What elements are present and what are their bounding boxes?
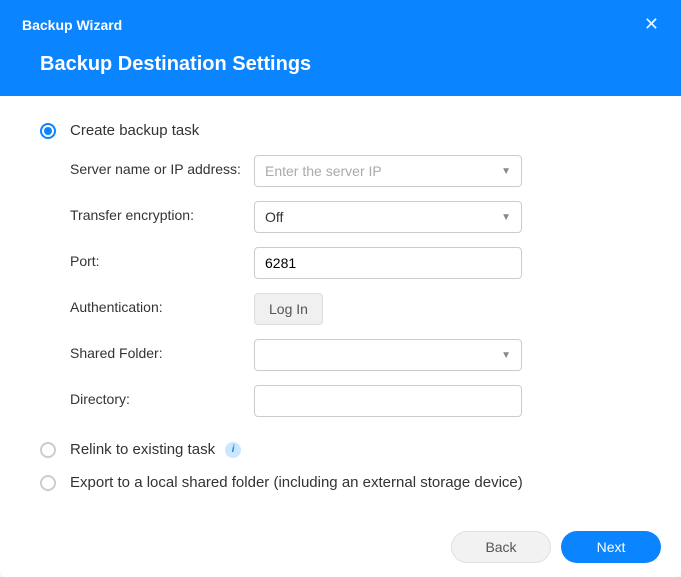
shared-folder-dropdown[interactable]: ▼ [254, 339, 522, 371]
radio-relink-label: Relink to existing task [70, 441, 215, 458]
encryption-value: Off [265, 209, 283, 225]
encryption-dropdown[interactable]: Off ▼ [254, 201, 522, 233]
radio-export-task[interactable] [40, 475, 56, 491]
radio-create-task[interactable] [40, 123, 56, 139]
next-button[interactable]: Next [561, 531, 661, 563]
content-area: Create backup task Server name or IP add… [0, 96, 681, 511]
option-relink: Relink to existing task i [40, 441, 641, 458]
radio-relink-task[interactable] [40, 442, 56, 458]
port-label: Port: [70, 247, 254, 269]
directory-input[interactable] [254, 385, 522, 417]
chevron-down-icon: ▼ [501, 212, 511, 223]
login-button[interactable]: Log In [254, 293, 323, 325]
option-create: Create backup task Server name or IP add… [40, 122, 641, 417]
radio-export-label: Export to a local shared folder (includi… [70, 474, 523, 491]
shared-folder-label: Shared Folder: [70, 339, 254, 361]
dialog-footer: Back Next [451, 531, 661, 563]
directory-label: Directory: [70, 385, 254, 407]
info-icon[interactable]: i [225, 442, 241, 458]
server-label: Server name or IP address: [70, 155, 254, 177]
server-dropdown[interactable]: Enter the server IP ▼ [254, 155, 522, 187]
radio-create-label: Create backup task [70, 122, 199, 139]
chevron-down-icon: ▼ [501, 166, 511, 177]
server-placeholder: Enter the server IP [265, 163, 382, 179]
back-button[interactable]: Back [451, 531, 551, 563]
page-title: Backup Destination Settings [22, 53, 659, 76]
create-task-form: Server name or IP address: Enter the ser… [70, 155, 641, 417]
option-export: Export to a local shared folder (includi… [40, 474, 641, 491]
close-icon[interactable]: ✕ [644, 14, 659, 35]
auth-label: Authentication: [70, 293, 254, 315]
encryption-label: Transfer encryption: [70, 201, 254, 223]
chevron-down-icon: ▼ [501, 350, 511, 361]
dialog-header: Backup Wizard ✕ Backup Destination Setti… [0, 0, 681, 96]
port-input[interactable] [254, 247, 522, 279]
window-title: Backup Wizard [22, 17, 122, 33]
